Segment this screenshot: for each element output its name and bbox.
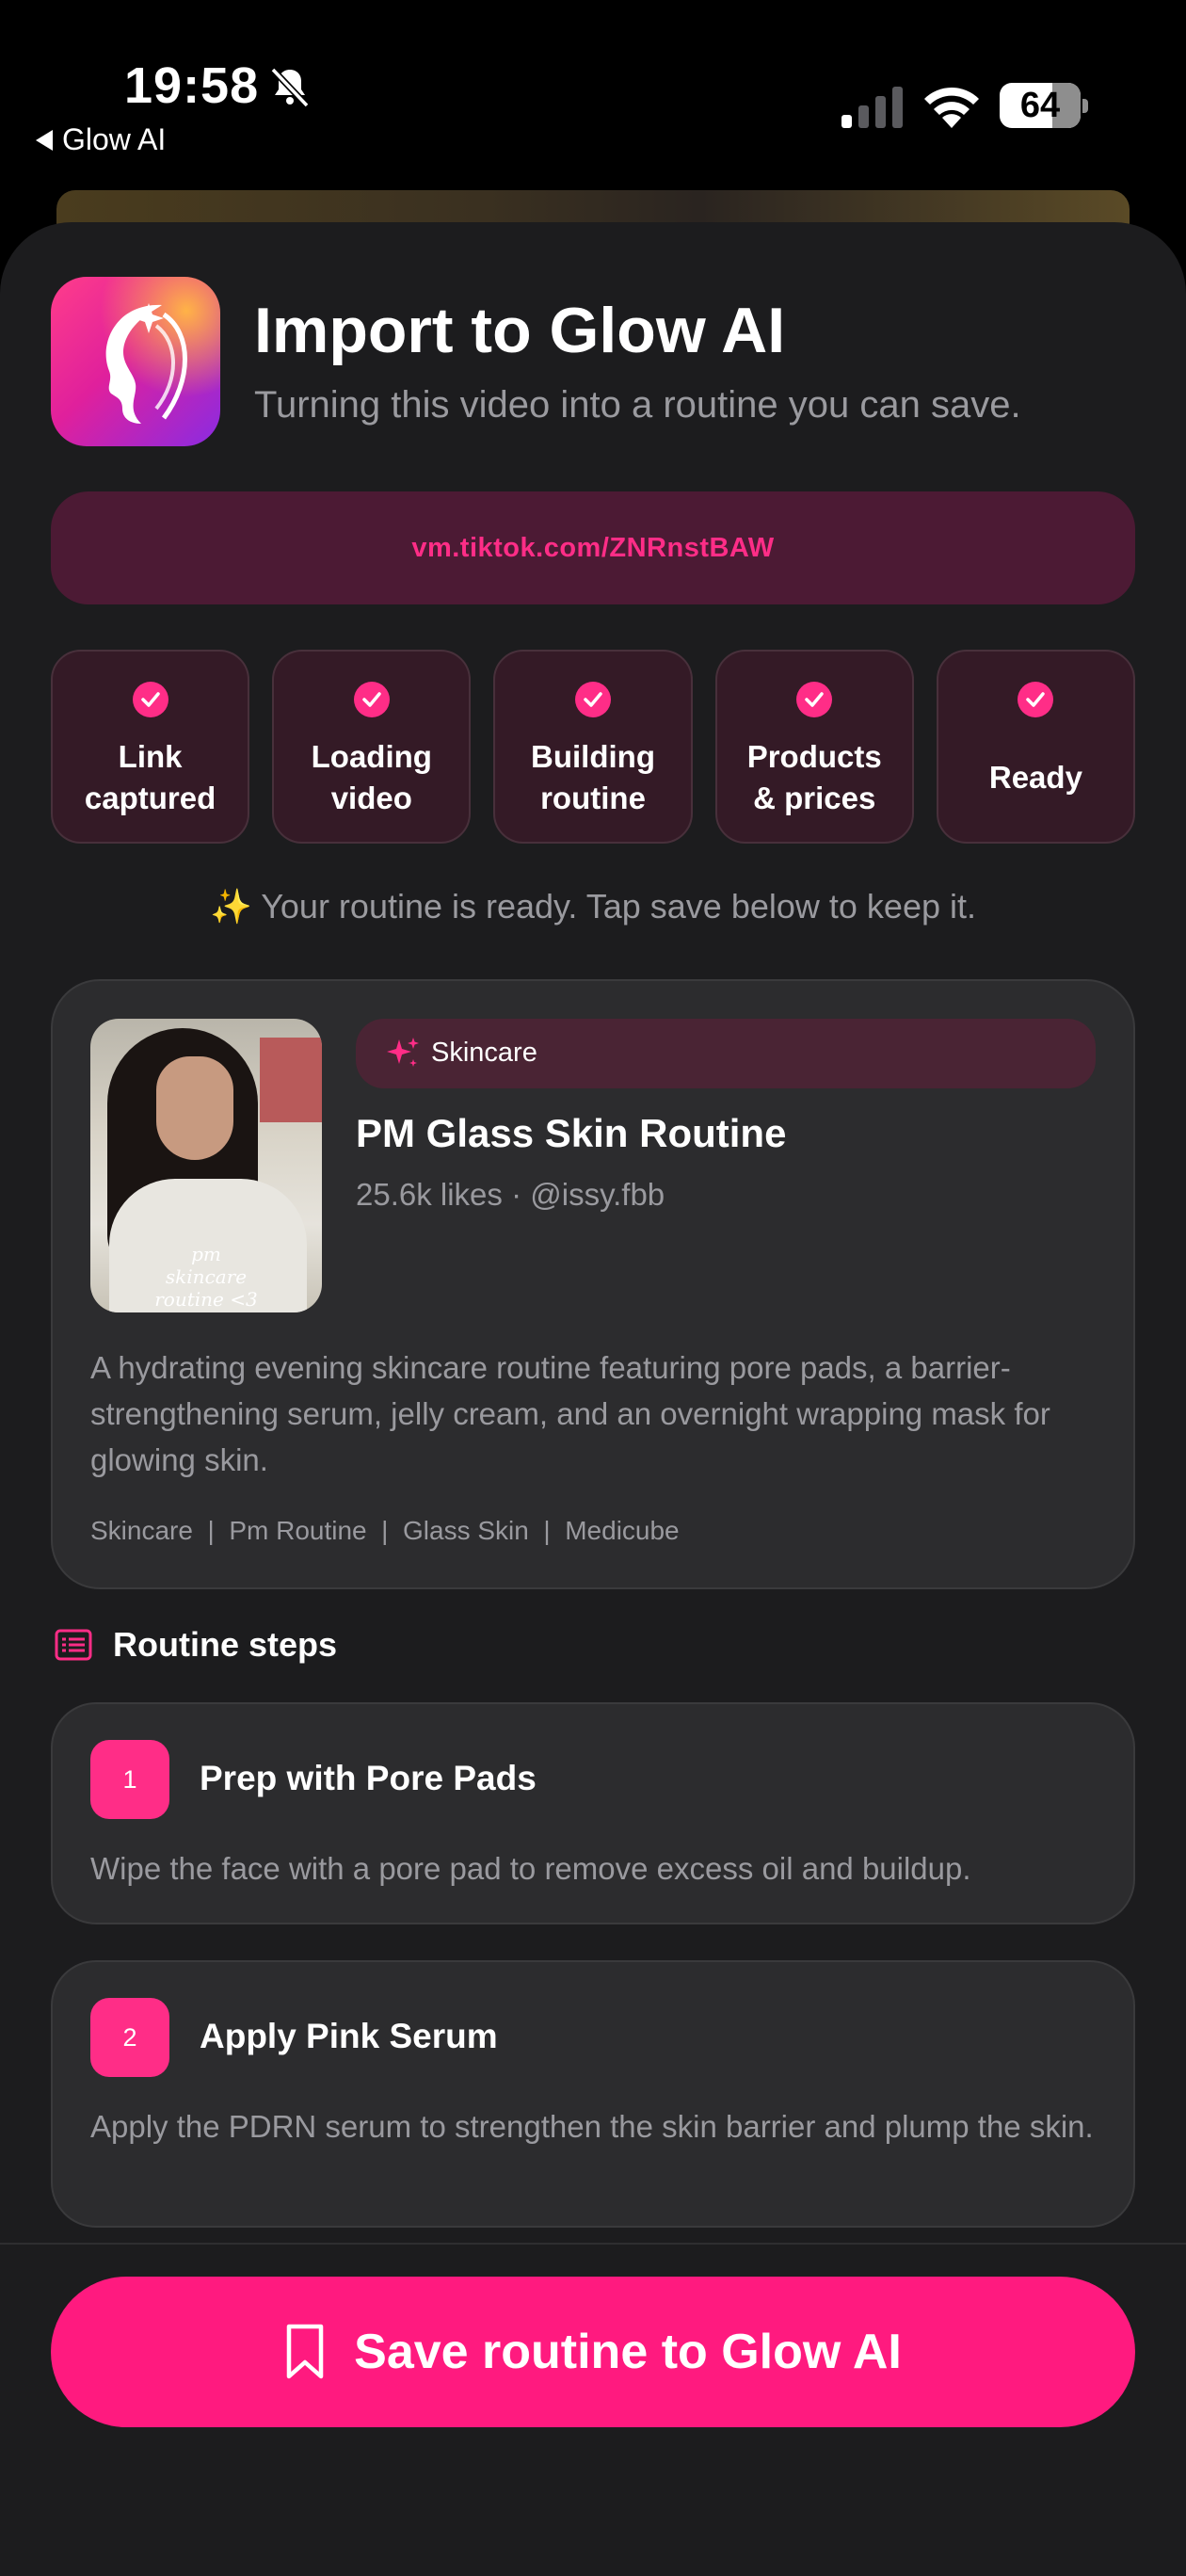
source-url: vm.tiktok.com/ZNRnstBAW	[411, 532, 775, 563]
battery-indicator: 64	[1000, 83, 1088, 128]
step-number-badge: 1	[90, 1740, 169, 1819]
routine-step-card[interactable]: 2 Apply Pink Serum Apply the PDRN serum …	[51, 1960, 1135, 2228]
page-subtitle: Turning this video into a routine you ca…	[254, 384, 1021, 426]
step-title: Prep with Pore Pads	[200, 1759, 537, 1797]
check-icon	[132, 682, 168, 717]
save-button-label: Save routine to Glow AI	[354, 2325, 902, 2379]
status-bar: 19:58 Glow AI 64	[0, 0, 1186, 179]
step-products-prices: Products & prices	[714, 650, 914, 844]
check-icon	[575, 682, 611, 717]
routine-meta: 25.6k likes · @issy.fbb	[356, 1177, 665, 1212]
category-label: Skincare	[431, 1038, 537, 1068]
back-to-app-link[interactable]: Glow AI	[36, 122, 166, 157]
step-label: Building routine	[531, 739, 655, 815]
step-number-badge: 2	[90, 1998, 169, 2077]
back-triangle-icon	[36, 129, 53, 151]
step-loading-video: Loading video	[272, 650, 472, 844]
ready-message: ✨ Your routine is ready. Tap save below …	[0, 887, 1186, 926]
step-label: Products & prices	[746, 739, 882, 815]
routine-title: PM Glass Skin Routine	[356, 1111, 787, 1155]
bookmark-icon	[286, 2324, 324, 2379]
sparkles-icon	[387, 1038, 419, 1067]
wifi-icon	[924, 87, 979, 128]
routine-steps-header: Routine steps	[55, 1625, 337, 1665]
step-building-routine: Building routine	[493, 650, 693, 844]
source-url-pill[interactable]: vm.tiktok.com/ZNRnstBAW	[51, 491, 1135, 604]
step-title: Apply Pink Serum	[200, 2017, 498, 2055]
step-link-captured: Link captured	[51, 650, 250, 844]
video-thumbnail[interactable]: pm skincare routine <3	[90, 1019, 322, 1312]
woman-silhouette-icon	[105, 303, 187, 424]
section-title: Routine steps	[113, 1625, 338, 1664]
list-icon	[55, 1629, 92, 1661]
glow-ai-logo	[51, 277, 220, 446]
category-badge: Skincare	[356, 1019, 1096, 1088]
check-icon	[353, 682, 390, 717]
routine-step-card[interactable]: 1 Prep with Pore Pads Wipe the face with…	[51, 1702, 1135, 1924]
status-time: 19:58	[124, 57, 260, 114]
thumbnail-caption: pm skincare routine <3	[154, 1243, 258, 1311]
step-label: Ready	[988, 760, 1082, 795]
step-label: Link captured	[84, 739, 216, 815]
routine-tags: Skincare | Pm Routine | Glass Skin | Med…	[90, 1516, 680, 1545]
sparkles-emoji: ✨	[210, 887, 252, 926]
step-description: Apply the PDRN serum to strengthen the s…	[90, 2109, 1094, 2144]
step-description: Wipe the face with a pore pad to remove …	[90, 1851, 971, 1886]
routine-description: A hydrating evening skincare routine fea…	[90, 1350, 1050, 1477]
import-progress-steps: Link captured Loading video Building routin…	[51, 650, 1136, 844]
step-ready: Ready	[936, 650, 1136, 844]
back-app-label: Glow AI	[62, 122, 167, 156]
signal-icon	[841, 87, 903, 128]
page-title: Import to Glow AI	[254, 295, 786, 366]
check-icon	[796, 682, 833, 717]
bell-slash-icon	[270, 67, 310, 108]
save-routine-button[interactable]: Save routine to Glow AI	[51, 2277, 1135, 2427]
ready-message-text: Your routine is ready. Tap save below to…	[261, 887, 976, 926]
step-label: Loading video	[311, 739, 432, 815]
check-icon	[1018, 682, 1054, 717]
